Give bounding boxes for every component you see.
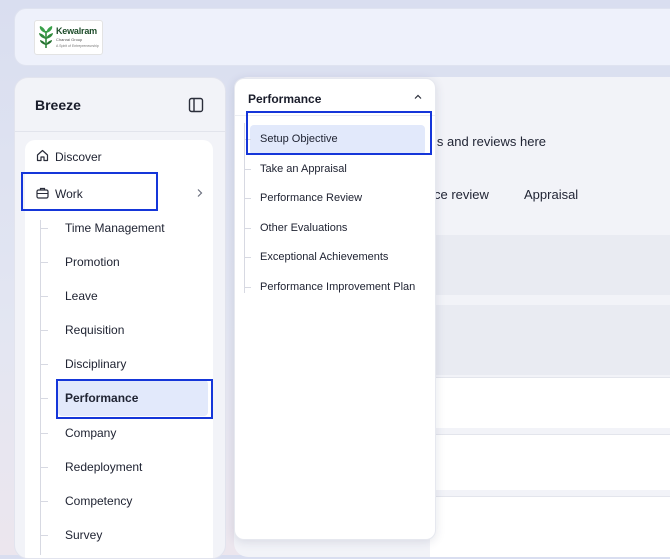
highlight-box-setup-objective [246, 111, 432, 155]
tree-tick [40, 535, 48, 536]
tree-tick [244, 257, 251, 258]
page-description: ls and reviews here [434, 134, 546, 149]
highlight-box-performance [56, 379, 213, 419]
highlight-box-work [21, 172, 158, 211]
sidebar-item-disciplinary[interactable]: Disciplinary [65, 357, 126, 371]
sidebar-toggle-icon[interactable] [188, 97, 204, 113]
logo-name: Kewalram [56, 26, 97, 36]
top-bar [14, 8, 670, 66]
tree-tick [40, 467, 48, 468]
app-brand: Breeze [35, 97, 81, 113]
tree-tick [244, 198, 251, 199]
list-row[interactable] [430, 377, 670, 428]
sidebar-item-time-management[interactable]: Time Management [65, 221, 165, 235]
submenu-tree-line [40, 220, 41, 555]
company-logo[interactable]: Kewalram Chanrai Group A Spirit of Entre… [34, 20, 103, 55]
sidebar-item-discover[interactable]: Discover [55, 150, 102, 164]
tree-tick [40, 262, 48, 263]
logo-tagline: A Spirit of Entrepreneurship [56, 44, 99, 48]
tree-tick [40, 364, 48, 365]
dropdown-tree-line [244, 123, 245, 293]
tab-appraisal[interactable]: Appraisal [524, 187, 578, 202]
list-row[interactable] [430, 434, 670, 490]
sidebar-item-requisition[interactable]: Requisition [65, 323, 124, 337]
list-row[interactable] [430, 496, 670, 557]
sidebar-item-promotion[interactable]: Promotion [65, 255, 120, 269]
tab-performance-review[interactable]: ce review [434, 187, 489, 202]
dropdown-item-exceptional-achievements[interactable]: Exceptional Achievements [260, 251, 388, 263]
tree-tick [40, 228, 48, 229]
sidebar-item-survey[interactable]: Survey [65, 528, 102, 542]
tree-tick [244, 228, 251, 229]
dropdown-title: Performance [248, 92, 322, 106]
tree-tick [244, 169, 251, 170]
sidebar-item-competency[interactable]: Competency [65, 494, 132, 508]
dropdown-item-other-evaluations[interactable]: Other Evaluations [260, 222, 347, 234]
leaf-logo-icon [39, 26, 53, 48]
tree-tick [244, 287, 251, 288]
tree-tick [40, 296, 48, 297]
sidebar-item-leave[interactable]: Leave [65, 289, 98, 303]
dropdown-item-performance-improvement-plan[interactable]: Performance Improvement Plan [260, 281, 415, 293]
tree-tick [40, 330, 48, 331]
sidebar-item-redeployment[interactable]: Redeployment [65, 460, 142, 474]
sidebar-divider [15, 131, 225, 132]
chevron-up-icon[interactable] [413, 93, 423, 101]
logo-subtitle: Chanrai Group [56, 37, 83, 42]
dropdown-item-take-an-appraisal[interactable]: Take an Appraisal [260, 163, 347, 175]
chevron-right-icon [197, 189, 203, 197]
tree-tick [40, 501, 48, 502]
dropdown-item-performance-review[interactable]: Performance Review [260, 192, 362, 204]
tree-tick [40, 398, 48, 399]
home-icon [36, 149, 49, 162]
sidebar-item-company[interactable]: Company [65, 426, 116, 440]
tree-tick [40, 433, 48, 434]
